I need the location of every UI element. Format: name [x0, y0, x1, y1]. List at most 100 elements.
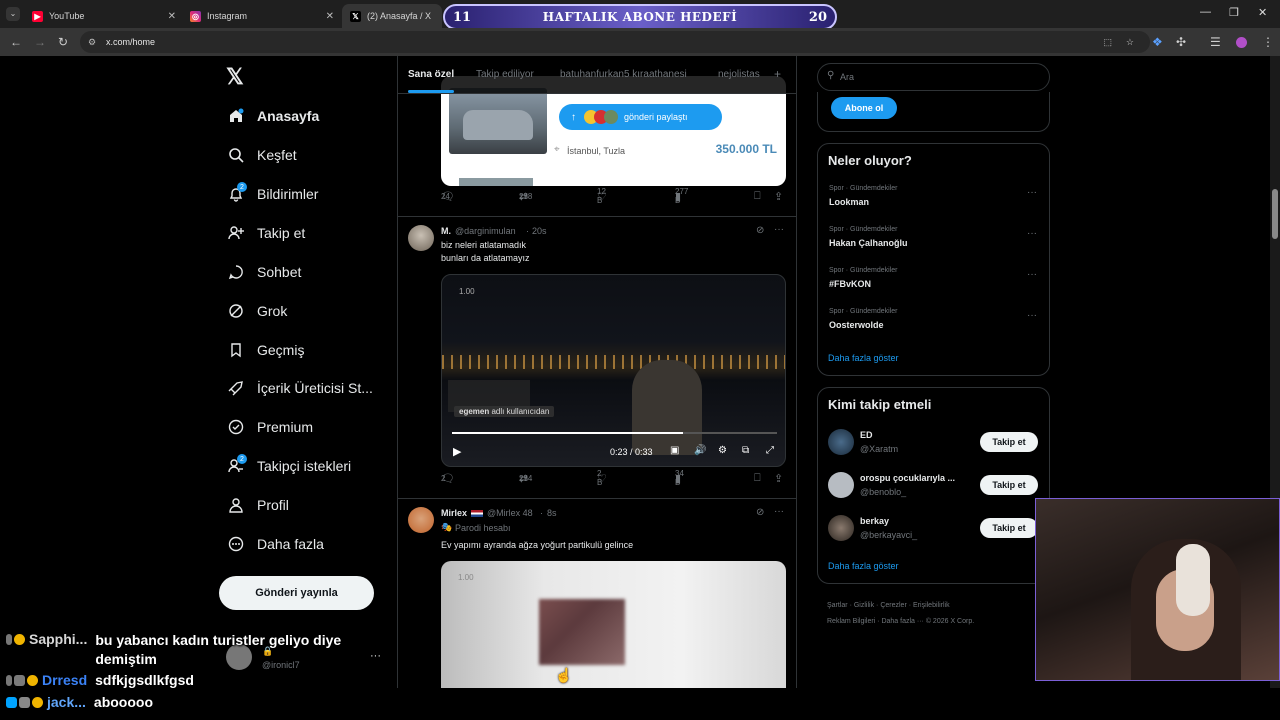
footer-privacy[interactable]: Gizlilik — [854, 602, 874, 609]
footer-terms[interactable]: Şartlar — [827, 602, 848, 609]
tab-x-home[interactable]: 𝕏 (2) Anasayfa / X — [342, 4, 442, 28]
post-author-name[interactable]: Mirlex — [441, 508, 467, 518]
video-tag-user: egemen — [459, 407, 490, 416]
play-icon[interactable]: ▶ — [453, 445, 461, 458]
more-icon[interactable]: ··· — [1027, 269, 1037, 280]
nav-follower-requests[interactable]: 2 Takipçi istekleri — [227, 454, 351, 478]
shared-pill[interactable]: ↑ gönderi paylaştı — [559, 104, 722, 130]
nav-premium[interactable]: Premium — [227, 415, 313, 439]
forward-icon[interactable]: → — [34, 35, 46, 49]
search-placeholder: Ara — [840, 72, 855, 82]
profile-avatar-icon[interactable] — [1236, 37, 1247, 48]
nav-notifications[interactable]: 2 Bildirimler — [227, 182, 318, 206]
maximize-icon[interactable]: ❐ — [1229, 6, 1239, 19]
post-button[interactable]: Gönderi yayınla — [219, 576, 374, 610]
more-icon[interactable]: ··· — [370, 650, 381, 662]
more-icon[interactable]: ··· — [774, 224, 784, 235]
reading-list-icon[interactable]: ☰ — [1210, 35, 1221, 49]
nav-home[interactable]: Anasayfa — [227, 104, 319, 128]
nav-bookmarks[interactable]: Geçmiş — [227, 338, 304, 362]
post-author-handle[interactable]: @Mirlex 48 — [487, 508, 533, 518]
scrollbar-thumb[interactable] — [1272, 189, 1278, 239]
search-box[interactable]: ⚲ Ara — [817, 63, 1050, 91]
browser-menu-icon[interactable]: ⋮ — [1262, 35, 1274, 49]
fullscreen-icon[interactable]: ⤢ — [766, 445, 774, 456]
reload-icon[interactable]: ↻ — [58, 35, 68, 49]
video-player[interactable]: 1.00 ☝ — [441, 561, 786, 688]
tab-instagram[interactable]: ◎ Instagram ✕ — [182, 4, 340, 28]
grok-icon[interactable]: ⊘ — [756, 507, 764, 518]
show-more-link[interactable]: Daha fazla göster — [828, 561, 899, 571]
tab-list-nejolistas[interactable]: nejolistas — [718, 69, 760, 80]
avatar[interactable] — [828, 429, 854, 455]
video-progress-bar[interactable] — [452, 432, 777, 434]
post-time[interactable]: 8s — [547, 508, 557, 518]
nav-chat[interactable]: Sohbet — [227, 260, 301, 284]
more-icon[interactable]: ··· — [1027, 187, 1037, 198]
video-player[interactable]: 1.00 egemen adlı kullanıcıdan ▶ 0:23 / 0… — [441, 274, 786, 467]
nav-profile[interactable]: Profil — [227, 493, 289, 517]
more-icon[interactable]: ··· — [1027, 310, 1037, 321]
tab-list-kiraathane[interactable]: batuhanfurkan5 kıraathanesi — [560, 69, 687, 80]
picture-in-picture-icon[interactable]: ⧉ — [742, 445, 749, 456]
nav-label: Anasayfa — [257, 108, 320, 124]
trend-meta: Spor · Gündemdekiler — [829, 308, 898, 315]
post-author-handle[interactable]: @darginimulan — [455, 226, 516, 236]
chat-icon — [227, 263, 245, 281]
post-time[interactable]: 20s — [532, 226, 547, 236]
x-logo-icon[interactable]: 𝕏 — [226, 64, 244, 90]
nav-explore[interactable]: Keşfet — [227, 143, 297, 167]
chat-badges — [6, 697, 43, 708]
grok-icon[interactable]: ⊘ — [756, 225, 764, 236]
tab-youtube[interactable]: ▶ YouTube ✕ — [24, 4, 182, 28]
close-tab-icon[interactable]: ✕ — [326, 11, 334, 22]
chat-username: Drresd — [42, 672, 88, 688]
post-author-name[interactable]: M. — [441, 226, 451, 236]
parody-mask-icon: 🎭 — [441, 522, 453, 532]
close-tab-icon[interactable]: ✕ — [168, 11, 176, 22]
more-icon[interactable]: ··· — [774, 506, 784, 517]
avatar[interactable] — [828, 472, 854, 498]
trends-panel: Neler oluyor? Spor · Gündemdekiler Lookm… — [817, 143, 1050, 376]
nav-follow[interactable]: Takip et — [227, 221, 305, 245]
follow-button[interactable]: Takip et — [980, 475, 1038, 495]
chat-text: sdfkjgsdlkfgsd — [95, 672, 194, 688]
footer-cookies[interactable]: Çerezler — [880, 602, 906, 609]
volume-icon[interactable]: 🔊 — [694, 445, 706, 456]
close-window-icon[interactable]: ✕ — [1258, 6, 1267, 19]
install-app-icon[interactable]: ⬚ — [1103, 31, 1112, 53]
tab-following[interactable]: Takip ediliyor — [476, 69, 534, 80]
tab-for-you[interactable]: Sana özel — [408, 69, 454, 80]
avatar[interactable] — [408, 507, 434, 533]
extension-icon[interactable]: ❖ — [1152, 35, 1163, 49]
suggestion-name: berkay — [860, 516, 890, 526]
show-more-link[interactable]: Daha fazla göster — [828, 353, 899, 363]
more-icon[interactable]: ··· — [1027, 228, 1037, 239]
follow-button[interactable]: Takip et — [980, 432, 1038, 452]
follow-button[interactable]: Takip et — [980, 518, 1038, 538]
avatar[interactable] — [828, 515, 854, 541]
site-info-icon[interactable]: ⚙ — [88, 31, 96, 53]
add-tab-icon[interactable]: + — [774, 67, 781, 81]
nav-more[interactable]: Daha fazla — [227, 532, 324, 556]
settings-gear-icon[interactable]: ⚙ — [718, 445, 727, 456]
tab-search-chevron-icon[interactable]: ⌄ — [6, 7, 20, 21]
nav-label: Geçmiş — [257, 342, 305, 358]
minimize-icon[interactable]: — — [1200, 6, 1211, 18]
view-count: 34 B — [675, 469, 684, 487]
address-bar[interactable]: ⚙ x.com/home ⬚ ☆ — [80, 31, 1150, 53]
nav-creator-studio[interactable]: İçerik Üreticisi St... — [227, 376, 373, 400]
youtube-icon: ▶ — [32, 10, 43, 22]
captions-icon[interactable]: ▣ — [670, 445, 679, 456]
avatar[interactable] — [408, 225, 434, 251]
bookmark-star-icon[interactable]: ☆ — [1126, 31, 1134, 53]
extensions-puzzle-icon[interactable]: ✣ — [1176, 35, 1186, 49]
footer-accessibility[interactable]: Erişilebilirlik — [913, 602, 950, 609]
city-lights — [442, 355, 785, 369]
back-icon[interactable]: ← — [10, 35, 22, 49]
nav-label: Daha fazla — [257, 536, 324, 552]
footer-more[interactable]: Daha fazla ··· — [881, 618, 923, 625]
footer-ads-info[interactable]: Reklam Bilgileri — [827, 618, 875, 625]
nav-grok[interactable]: Grok — [227, 299, 287, 323]
subscribe-button[interactable]: Abone ol — [831, 97, 897, 119]
